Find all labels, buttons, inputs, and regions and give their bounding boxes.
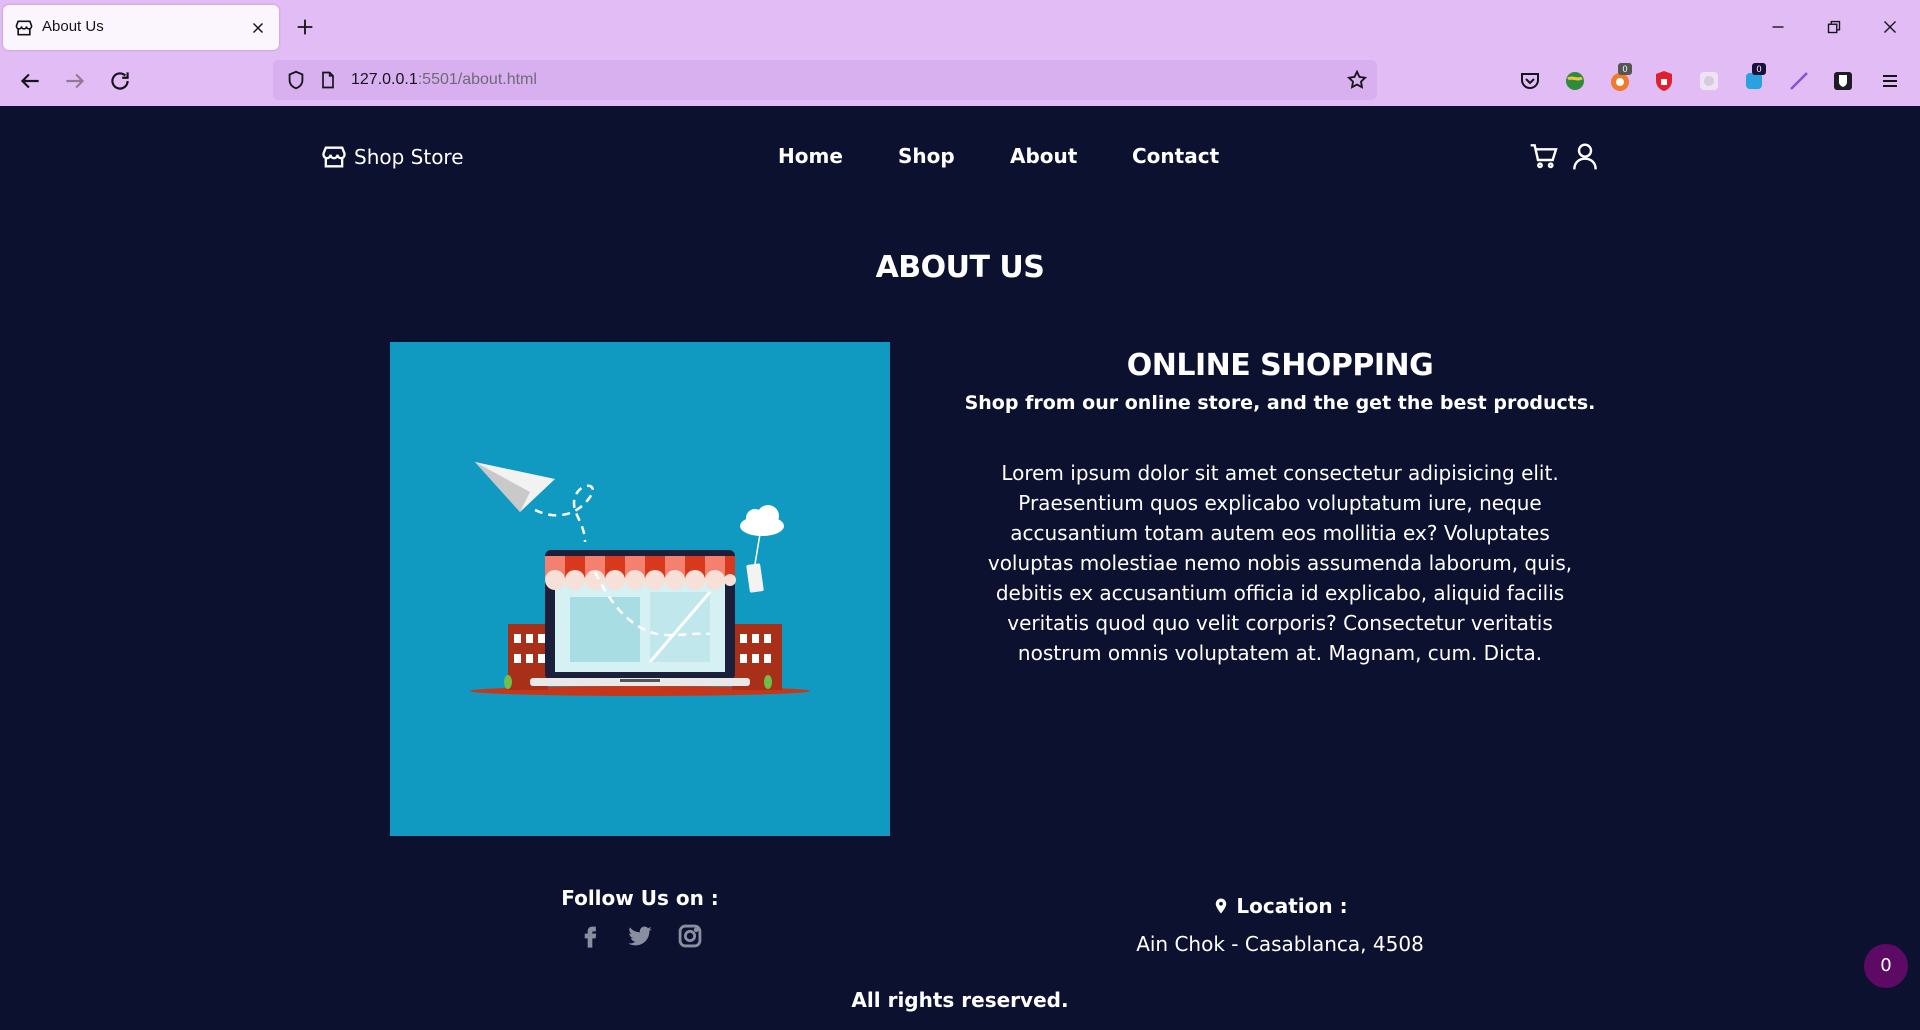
- map-pin-icon: [1216, 898, 1227, 914]
- follow-title: Follow Us on :: [561, 886, 719, 910]
- facebook-icon[interactable]: [576, 922, 604, 950]
- section-heading: ONLINE SHOPPING: [1126, 348, 1434, 383]
- page: Shop Store Home Shop About Contact ABOUT…: [0, 106, 1920, 1030]
- browser-toolbar: 127.0.0.1:5501/about.html 0 0: [0, 55, 1920, 106]
- section-body: Lorem ipsum dolor sit amet consectetur a…: [987, 461, 1573, 665]
- reload-icon[interactable]: [107, 68, 133, 94]
- twitter-icon[interactable]: [626, 922, 654, 950]
- nav-shop[interactable]: Shop: [898, 144, 955, 168]
- brand-logo[interactable]: Shop Store: [320, 142, 464, 172]
- social-links: [490, 922, 790, 950]
- nav-home[interactable]: Home: [778, 144, 843, 168]
- tracking-shield-icon[interactable]: [285, 69, 307, 91]
- pen-icon[interactable]: [1787, 69, 1811, 93]
- minimize-icon[interactable]: [1767, 16, 1789, 38]
- store-icon: [15, 20, 33, 36]
- pocket-icon[interactable]: [1518, 69, 1542, 93]
- extension-blue-icon[interactable]: 0: [1742, 63, 1766, 93]
- ublock-icon[interactable]: [1652, 69, 1676, 93]
- cart-icon[interactable]: [1528, 140, 1560, 172]
- instagram-icon[interactable]: [676, 922, 704, 950]
- tab-strip: About Us: [0, 0, 1920, 55]
- restore-icon[interactable]: [1823, 16, 1845, 38]
- extension-orange-icon[interactable]: 0: [1608, 63, 1632, 93]
- close-window-icon[interactable]: [1879, 16, 1901, 38]
- user-icon[interactable]: [1569, 140, 1601, 172]
- url-path: :5501/about.html: [417, 71, 537, 88]
- online-store-illustration: [390, 342, 890, 836]
- browser-chrome: About Us 127.0.0.1:5501/about.html 0 0: [0, 0, 1920, 106]
- nav-contact[interactable]: Contact: [1132, 144, 1219, 168]
- bitwarden-icon[interactable]: [1831, 69, 1855, 93]
- extension-badge: 0: [1618, 63, 1632, 75]
- brand-name: Shop Store: [354, 145, 464, 169]
- extension-grey-icon[interactable]: [1697, 69, 1721, 93]
- location-label: Location :: [1236, 894, 1348, 918]
- page-title: ABOUT US: [875, 250, 1045, 285]
- bookmark-star-icon[interactable]: [1346, 69, 1368, 91]
- copyright: All rights reserved.: [851, 988, 1069, 1012]
- tab-about-us[interactable]: About Us: [3, 5, 279, 50]
- extension-globe-icon[interactable]: [1563, 69, 1587, 93]
- about-info: ONLINE SHOPPING Shop from our online sto…: [960, 348, 1600, 668]
- location-title: Location :: [1212, 894, 1348, 918]
- follow-us: Follow Us on :: [490, 886, 790, 950]
- new-tab-icon[interactable]: [294, 16, 316, 38]
- menu-icon[interactable]: [1878, 69, 1902, 93]
- extension-badge: 0: [1752, 63, 1766, 75]
- section-subtitle: Shop from our online store, and the get …: [964, 392, 1596, 414]
- location-address: Ain Chok - Casablanca, 4508: [1136, 932, 1424, 956]
- nav-about[interactable]: About: [1010, 144, 1077, 168]
- tab-title: About Us: [42, 18, 104, 35]
- back-icon[interactable]: [17, 68, 43, 94]
- address-bar[interactable]: 127.0.0.1:5501/about.html: [273, 60, 1377, 100]
- url-text[interactable]: 127.0.0.1:5501/about.html: [351, 71, 537, 89]
- page-icon: [322, 71, 334, 89]
- location-block: Location : Ain Chok - Casablanca, 4508: [1080, 894, 1480, 956]
- close-tab-icon[interactable]: [249, 19, 267, 37]
- url-host: 127.0.0.1: [351, 71, 418, 88]
- forward-icon[interactable]: [62, 68, 88, 94]
- store-icon: [322, 146, 346, 168]
- cart-count-badge[interactable]: 0: [1864, 944, 1908, 988]
